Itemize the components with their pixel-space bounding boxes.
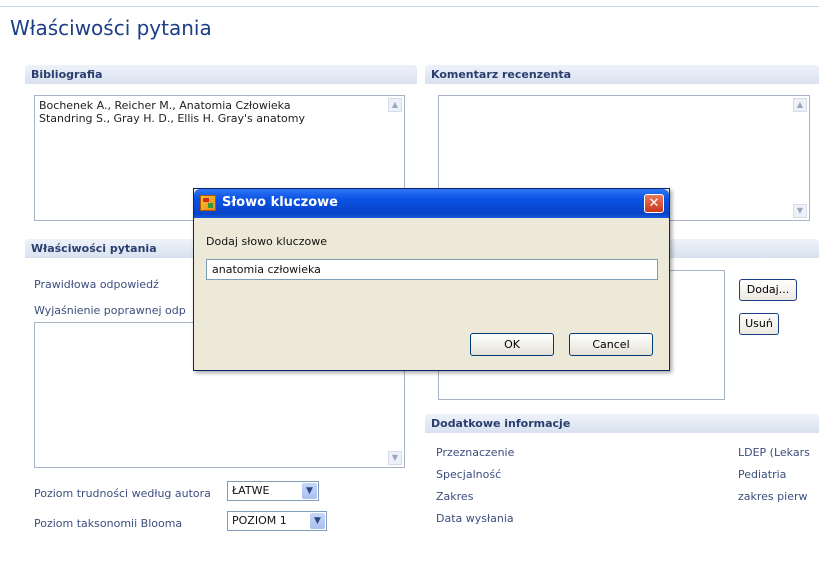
dialog-prompt: Dodaj słowo kluczowe bbox=[206, 235, 327, 248]
bibliography-line: Standring S., Gray H. D., Ellis H. Gray'… bbox=[39, 112, 306, 125]
send-date-label: Data wysłania bbox=[436, 512, 514, 525]
purpose-label: Przeznaczenie bbox=[436, 446, 515, 459]
difficulty-value: ŁATWE bbox=[232, 484, 270, 497]
scope-label: Zakres bbox=[436, 490, 474, 503]
difficulty-select[interactable]: ŁATWE ▼ bbox=[227, 481, 319, 501]
keyword-input[interactable]: anatomia człowieka bbox=[206, 259, 658, 280]
keyword-dialog: Słowo kluczowe ✕ Dodaj słowo kluczowe an… bbox=[193, 188, 670, 371]
correct-answer-label: Prawidłowa odpowiedź bbox=[34, 278, 159, 291]
specialty-label: Specjalność bbox=[436, 468, 502, 481]
cancel-button[interactable]: Cancel bbox=[569, 333, 653, 356]
close-icon[interactable]: ✕ bbox=[644, 194, 664, 213]
bibliography-line: Bochenek A., Reicher M., Anatomia Człowi… bbox=[39, 99, 291, 112]
taxonomy-value: POZIOM 1 bbox=[232, 514, 287, 527]
specialty-value: Pediatria bbox=[738, 468, 787, 481]
additional-info-header: Dodatkowe informacje bbox=[425, 413, 819, 433]
dialog-titlebar[interactable]: Słowo kluczowe ✕ bbox=[194, 189, 669, 218]
scroll-up-icon[interactable]: ▲ bbox=[793, 98, 807, 112]
purpose-value: LDEP (Lekars bbox=[738, 446, 810, 459]
scope-value: zakres pierw bbox=[738, 490, 808, 503]
scroll-down-icon[interactable]: ▼ bbox=[388, 451, 402, 465]
taxonomy-label: Poziom taksonomii Blooma bbox=[34, 517, 183, 530]
chevron-down-icon[interactable]: ▼ bbox=[302, 483, 317, 499]
top-divider bbox=[0, 6, 819, 7]
dialog-title: Słowo kluczowe bbox=[222, 195, 338, 210]
add-keyword-button[interactable]: Dodaj... bbox=[739, 279, 797, 301]
taxonomy-select[interactable]: POZIOM 1 ▼ bbox=[227, 511, 327, 531]
scroll-up-icon[interactable]: ▲ bbox=[388, 98, 402, 112]
difficulty-label: Poziom trudności według autora bbox=[34, 487, 211, 500]
app-icon bbox=[200, 195, 216, 211]
scroll-down-icon[interactable]: ▼ bbox=[793, 204, 807, 218]
bibliography-header: Bibliografia bbox=[25, 64, 417, 84]
explanation-label: Wyjaśnienie poprawnej odp bbox=[34, 304, 186, 317]
page-title: Właściwości pytania bbox=[10, 16, 212, 40]
ok-button[interactable]: OK bbox=[470, 333, 554, 356]
reviewer-comment-header: Komentarz recenzenta bbox=[425, 64, 819, 84]
remove-keyword-button[interactable]: Usuń bbox=[739, 313, 779, 335]
chevron-down-icon[interactable]: ▼ bbox=[310, 513, 325, 529]
